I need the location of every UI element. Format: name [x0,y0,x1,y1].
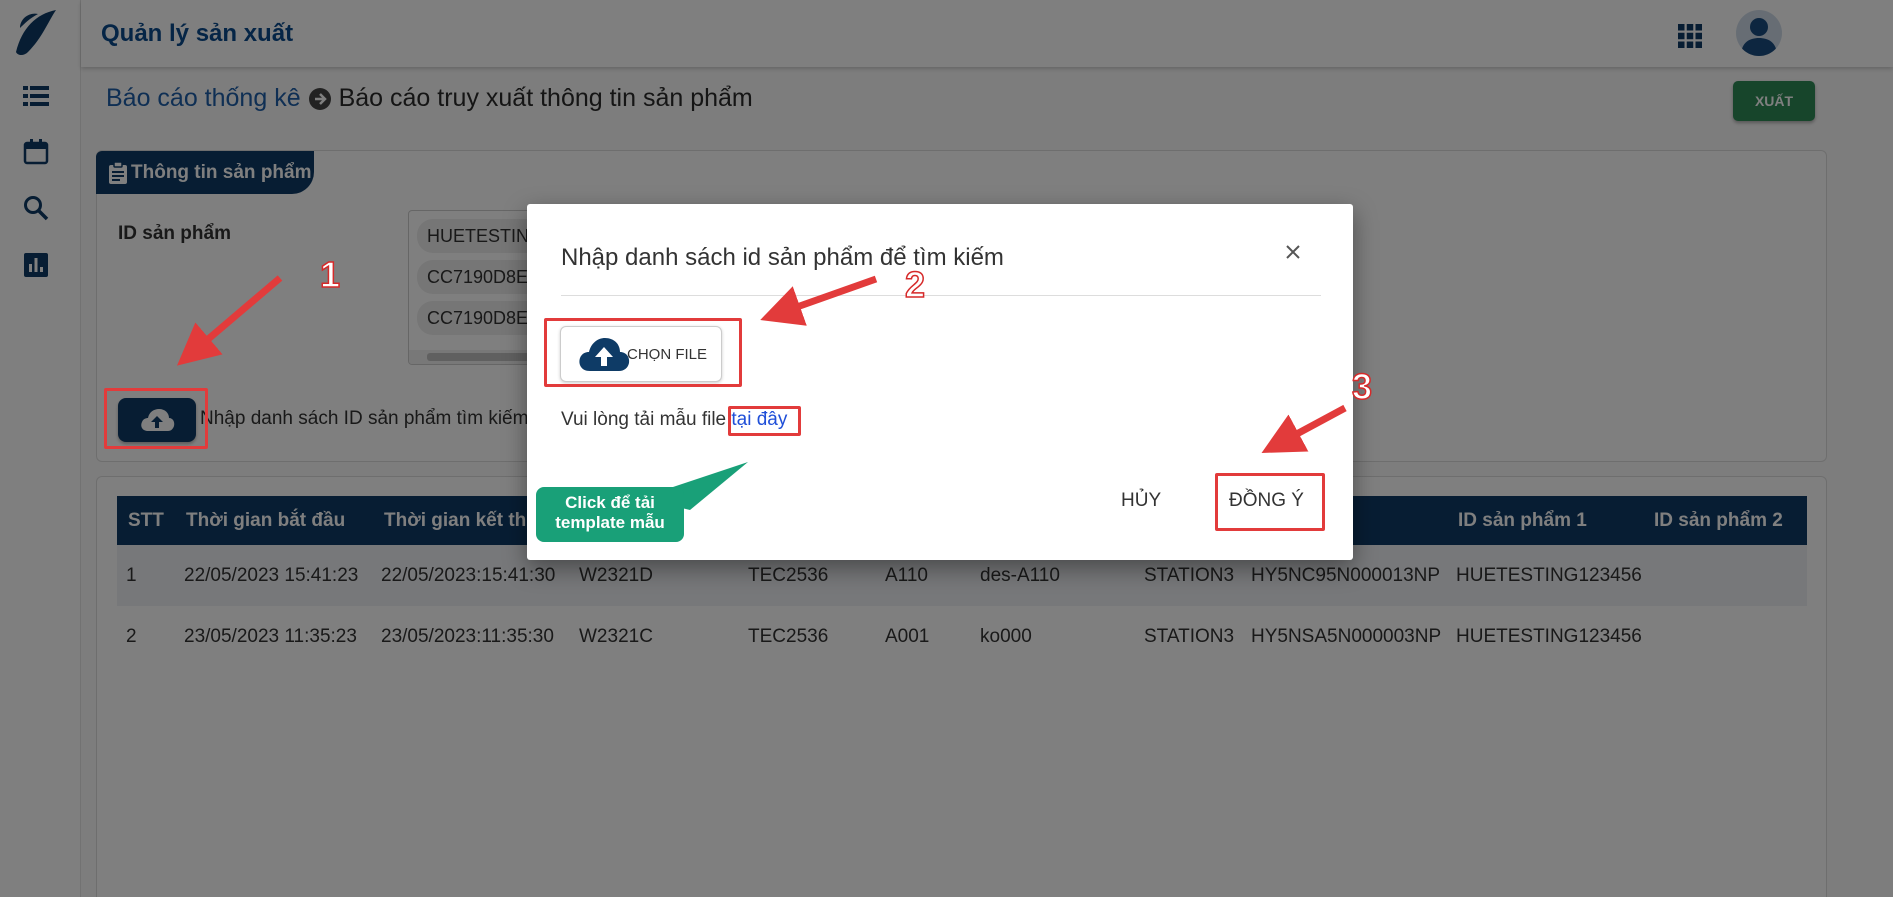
annotation-arrows [177,275,1347,510]
arrow-step1 [177,275,283,366]
arrow-step2 [760,275,878,326]
step-number-1: 1 [319,253,341,296]
arrow-step3 [1261,404,1347,453]
step-number-3: 3 [1351,365,1373,408]
template-callout: Click để tải template mẫu [536,487,684,542]
callout-line: template mẫu [555,513,665,532]
step-number-2: 2 [904,263,926,306]
callout-line: Click để tải [565,493,655,512]
